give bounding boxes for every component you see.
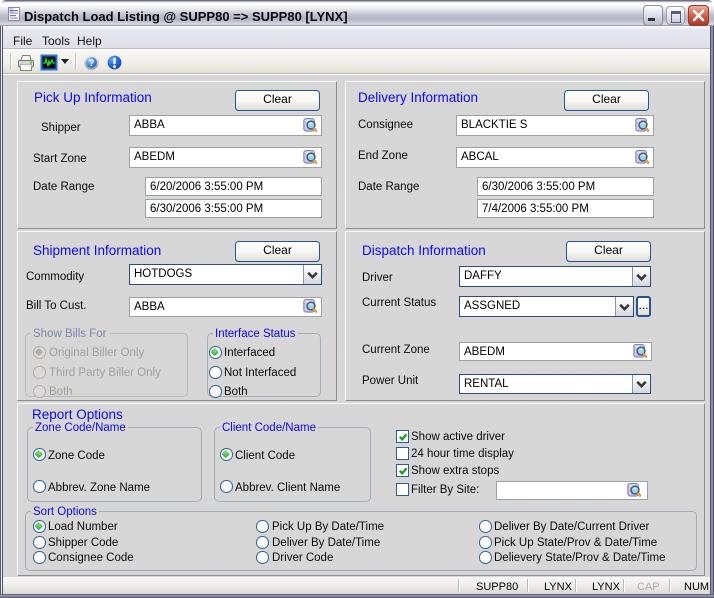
svg-text:?: ? bbox=[89, 58, 95, 69]
